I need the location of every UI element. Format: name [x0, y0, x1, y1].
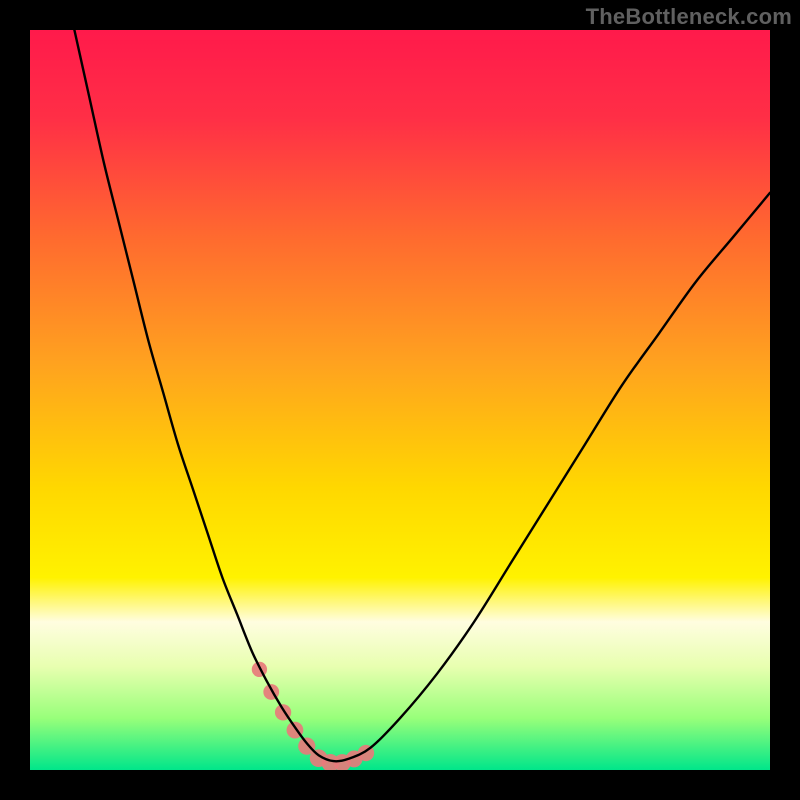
watermark-text: TheBottleneck.com — [586, 4, 792, 30]
gradient-background — [30, 30, 770, 770]
chart-frame: TheBottleneck.com — [0, 0, 800, 800]
plot-area — [30, 30, 770, 770]
chart-svg — [30, 30, 770, 770]
